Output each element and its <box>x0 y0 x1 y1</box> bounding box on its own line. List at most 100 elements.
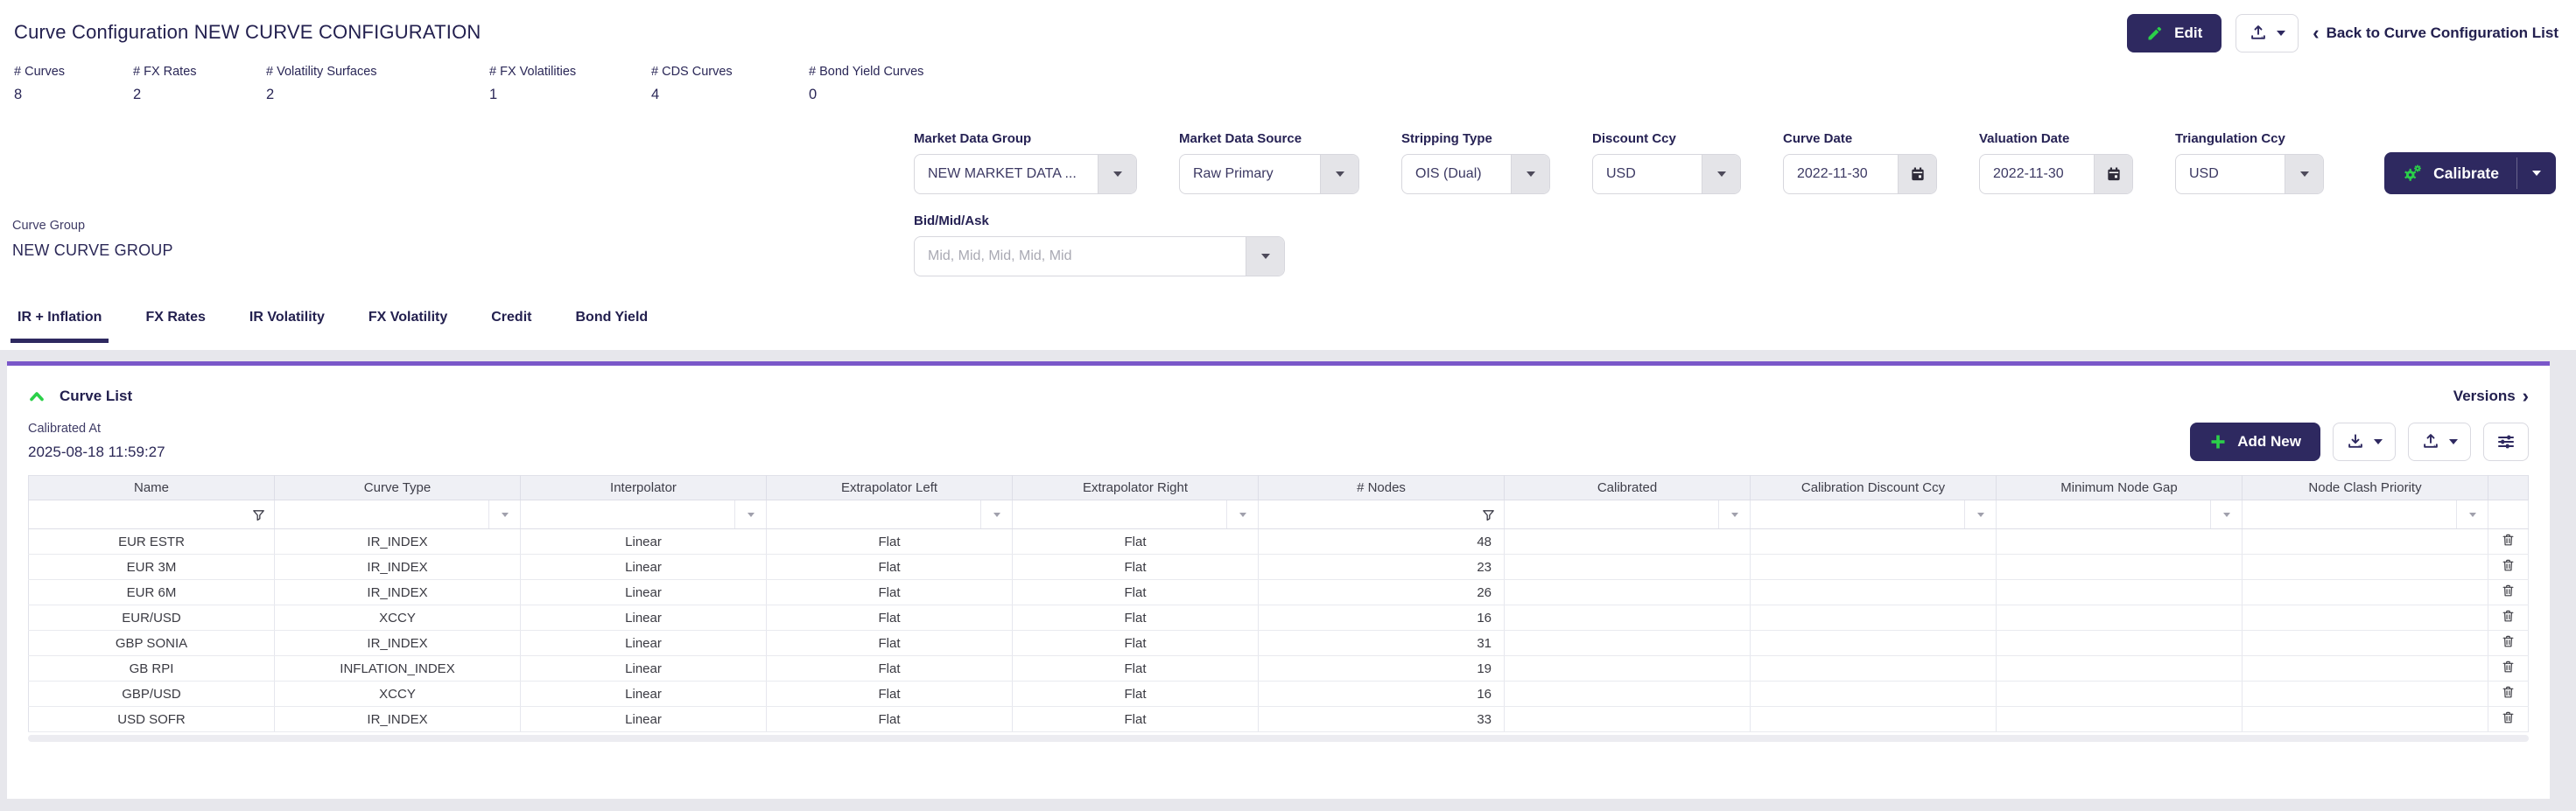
filter-cell[interactable] <box>2488 500 2529 529</box>
cell-minimum-node-gap <box>1997 656 2243 682</box>
collapse-chevron-up-icon[interactable] <box>28 388 46 405</box>
delete-row-button[interactable] <box>2488 529 2529 555</box>
cell-minimum-node-gap <box>1997 707 2243 732</box>
delete-row-button[interactable] <box>2488 580 2529 605</box>
table-row[interactable]: EUR 3M IR_INDEX Linear Flat Flat 23 <box>29 555 2529 580</box>
column-header[interactable]: # Nodes <box>1259 476 1505 500</box>
filter-cell[interactable] <box>2243 500 2488 529</box>
stat-value: 2 <box>266 87 489 103</box>
table-row[interactable]: GB RPI INFLATION_INDEX Linear Flat Flat … <box>29 656 2529 682</box>
filter-dropdown-toggle[interactable] <box>980 500 1012 528</box>
column-header[interactable]: Interpolator <box>521 476 767 500</box>
tab[interactable]: IR Volatility <box>246 304 328 343</box>
field-input[interactable]: 2022-11-30 <box>1783 154 1937 194</box>
tab[interactable]: IR + Inflation <box>14 304 105 343</box>
filter-cell[interactable] <box>29 500 275 529</box>
column-header[interactable]: Curve Type <box>275 476 521 500</box>
filter-cell[interactable] <box>1751 500 1997 529</box>
cell-nodes: 23 <box>1259 555 1505 580</box>
field-toggle[interactable] <box>1702 155 1740 193</box>
table-row[interactable]: USD SOFR IR_INDEX Linear Flat Flat 33 <box>29 707 2529 732</box>
download-menu-button[interactable] <box>2333 423 2396 461</box>
filter-dropdown-toggle[interactable] <box>488 500 520 528</box>
field-toggle[interactable] <box>1098 155 1136 193</box>
filter-cell[interactable] <box>1997 500 2243 529</box>
delete-row-button[interactable] <box>2488 656 2529 682</box>
edit-button[interactable]: Edit <box>2127 14 2222 52</box>
filter-cell[interactable] <box>275 500 521 529</box>
versions-link[interactable]: Versions › <box>2453 387 2529 406</box>
filter-cell[interactable] <box>767 500 1013 529</box>
tab[interactable]: FX Rates <box>142 304 208 343</box>
field-input[interactable]: USD <box>1592 154 1741 194</box>
table-row[interactable]: EUR 6M IR_INDEX Linear Flat Flat 26 <box>29 580 2529 605</box>
delete-row-button[interactable] <box>2488 555 2529 580</box>
delete-row-button[interactable] <box>2488 605 2529 631</box>
pencil-icon <box>2146 24 2164 42</box>
funnel-filter-icon[interactable] <box>1472 500 1504 528</box>
column-header[interactable]: Name <box>29 476 275 500</box>
filter-dropdown-toggle[interactable] <box>1964 500 1996 528</box>
column-header[interactable]: Node Clash Priority <box>2243 476 2488 500</box>
cell-calibration-discount-ccy <box>1751 580 1997 605</box>
field-toggle[interactable] <box>1511 155 1549 193</box>
field-input[interactable]: 2022-11-30 <box>1979 154 2133 194</box>
delete-row-button[interactable] <box>2488 631 2529 656</box>
filter-dropdown-toggle[interactable] <box>734 500 766 528</box>
column-header[interactable]: Minimum Node Gap <box>1997 476 2243 500</box>
filter-cell[interactable] <box>1505 500 1751 529</box>
column-settings-button[interactable] <box>2483 423 2529 461</box>
back-to-list-link[interactable]: ‹ Back to Curve Configuration List <box>2313 24 2558 43</box>
field-toggle[interactable] <box>1898 155 1936 193</box>
table-row[interactable]: GBP SONIA IR_INDEX Linear Flat Flat 31 <box>29 631 2529 656</box>
bid-mid-ask-toggle[interactable] <box>1246 237 1284 276</box>
filter-dropdown-toggle[interactable] <box>2456 500 2488 528</box>
bid-mid-ask-input[interactable]: Mid, Mid, Mid, Mid, Mid <box>914 236 1285 276</box>
horizontal-scrollbar[interactable] <box>28 735 2529 742</box>
curve-group-label: Curve Group <box>12 219 173 233</box>
column-header[interactable]: Calibrated <box>1505 476 1751 500</box>
column-header[interactable]: Calibration Discount Ccy <box>1751 476 1997 500</box>
filter-dropdown-toggle[interactable] <box>1718 500 1750 528</box>
stat-block: # CDS Curves 4 <box>651 65 809 122</box>
field-input[interactable]: USD <box>2175 154 2324 194</box>
calibrate-button-label: Calibrate <box>2433 164 2499 183</box>
calibrate-button[interactable]: Calibrate <box>2384 152 2556 194</box>
cell-name: GBP SONIA <box>29 631 275 656</box>
upload-menu-button[interactable] <box>2408 423 2471 461</box>
field-input[interactable]: OIS (Dual) <box>1401 154 1550 194</box>
tab[interactable]: Bond Yield <box>572 304 651 343</box>
page-title-prefix: Curve Configuration <box>14 21 188 43</box>
delete-row-button[interactable] <box>2488 682 2529 707</box>
field-toggle[interactable] <box>1320 155 1358 193</box>
filter-dropdown-toggle[interactable] <box>2210 500 2242 528</box>
column-header[interactable]: Extrapolator Left <box>767 476 1013 500</box>
filter-dropdown-toggle[interactable] <box>1226 500 1258 528</box>
field-toggle[interactable] <box>2285 155 2323 193</box>
field-input[interactable]: Raw Primary <box>1179 154 1359 194</box>
funnel-filter-icon[interactable] <box>242 500 274 528</box>
cell-extrapolator-right: Flat <box>1013 656 1259 682</box>
stat-value: 8 <box>14 87 133 103</box>
field-input[interactable]: NEW MARKET DATA ... <box>914 154 1137 194</box>
column-header[interactable]: Extrapolator Right <box>1013 476 1259 500</box>
field-toggle[interactable] <box>2094 155 2132 193</box>
column-header[interactable] <box>2488 476 2529 500</box>
tab[interactable]: FX Volatility <box>365 304 451 343</box>
filter-cell[interactable] <box>521 500 767 529</box>
calibrate-menu-toggle[interactable] <box>2517 152 2556 194</box>
table-row[interactable]: GBP/USD XCCY Linear Flat Flat 16 <box>29 682 2529 707</box>
table-row[interactable]: EUR/USD XCCY Linear Flat Flat 16 <box>29 605 2529 631</box>
cell-node-clash-priority <box>2243 682 2488 707</box>
table-row[interactable]: EUR ESTR IR_INDEX Linear Flat Flat 48 <box>29 529 2529 555</box>
add-new-button[interactable]: Add New <box>2190 423 2320 461</box>
control-field: Stripping Type OIS (Dual) <box>1401 131 1550 194</box>
calendar-icon <box>2105 165 2123 183</box>
calibrated-at-value: 2025-08-18 11:59:27 <box>28 444 165 461</box>
cell-extrapolator-right: Flat <box>1013 555 1259 580</box>
tab[interactable]: Credit <box>488 304 535 343</box>
delete-row-button[interactable] <box>2488 707 2529 732</box>
export-menu-button[interactable] <box>2236 14 2299 52</box>
filter-cell[interactable] <box>1259 500 1505 529</box>
filter-cell[interactable] <box>1013 500 1259 529</box>
